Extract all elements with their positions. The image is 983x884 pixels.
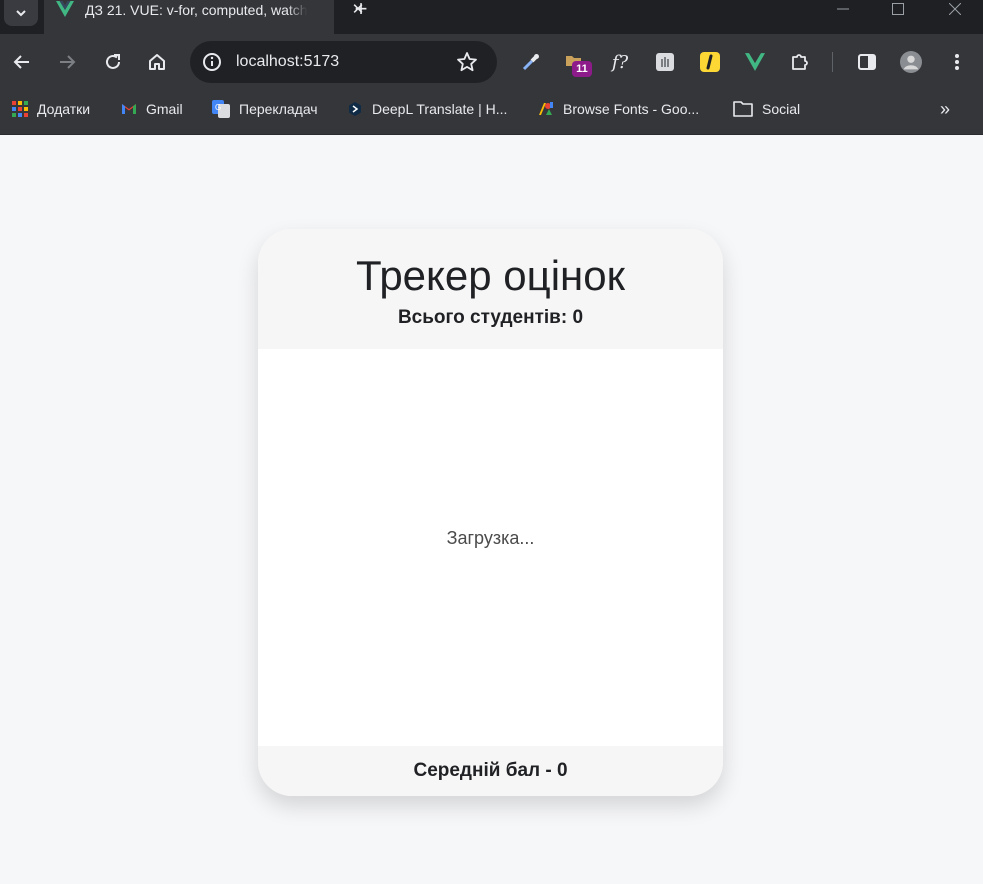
arrow-left-icon: [13, 55, 29, 69]
reload-icon: [106, 54, 120, 69]
yellow-extension-icon[interactable]: [699, 51, 721, 73]
side-panel-icon: [858, 54, 876, 70]
gmail-icon: [122, 104, 136, 114]
chevron-down-icon: [16, 10, 26, 17]
bookmark-label: Gmail: [146, 101, 183, 117]
address-bar[interactable]: localhost:5173: [190, 41, 497, 83]
tab-search-button[interactable]: [4, 0, 38, 26]
grade-tracker-card: Трекер оцінок Всього студентів: 0 Загруз…: [258, 229, 723, 796]
apps-grid-icon: [12, 101, 28, 117]
avatar: [900, 51, 922, 73]
bookmark-folder-social[interactable]: Social: [733, 99, 800, 119]
lingvo-icon: [700, 52, 720, 72]
card-header: Трекер оцінок Всього студентів: 0: [258, 229, 723, 349]
bookmark-label: Перекладач: [239, 101, 318, 117]
extension-badge: 11: [572, 61, 592, 77]
eyedropper-extension-icon[interactable]: [520, 51, 542, 73]
minimize-icon: [837, 8, 849, 10]
vue-logo-icon: [745, 53, 765, 71]
vue-devtools-extension-icon[interactable]: [744, 51, 766, 73]
bookmark-translator[interactable]: G Перекладач: [212, 99, 318, 119]
font-finder-extension-icon[interactable]: f?: [609, 51, 631, 73]
tab-strip: ДЗ 21. VUE: v-for, computed, watch ✕ +: [0, 0, 983, 34]
bookmark-label: Browse Fonts - Goo...: [563, 101, 700, 117]
folder-icon: [733, 101, 753, 117]
browser-toolbar: localhost:5173 11 f?: [0, 34, 983, 90]
new-tab-button[interactable]: +: [348, 0, 374, 20]
tab-active[interactable]: ДЗ 21. VUE: v-for, computed, watch ✕: [44, 0, 364, 34]
google-translate-icon: G: [212, 100, 230, 118]
hand-icon: [656, 53, 674, 71]
deepl-icon: [349, 102, 361, 116]
side-panel-button[interactable]: [856, 51, 878, 73]
puzzle-icon: [792, 54, 808, 70]
maximize-button[interactable]: [878, 0, 918, 18]
forward-button[interactable]: [53, 48, 81, 76]
tab-title: ДЗ 21. VUE: v-for, computed, watch: [85, 2, 307, 18]
bookmark-google-fonts[interactable]: Browse Fonts - Goo...: [538, 99, 699, 119]
url-text[interactable]: localhost:5173: [236, 52, 339, 72]
bookmark-deepl[interactable]: DeepL Translate | H...: [347, 99, 507, 119]
page-title: Трекер оцінок: [356, 252, 625, 299]
close-icon: [949, 3, 961, 15]
google-fonts-icon: [539, 102, 553, 115]
kebab-menu-icon: [955, 54, 959, 70]
browser-menu-button[interactable]: [946, 51, 968, 73]
student-list-area: Загрузка...: [258, 349, 723, 746]
home-button[interactable]: [143, 48, 171, 76]
eyedropper-icon: [522, 54, 539, 71]
window-close-button[interactable]: [935, 0, 975, 18]
bookmarks-bar: Додатки Gmail G Перекладач DeepL Transla…: [0, 90, 983, 135]
vue-logo-icon: [56, 1, 74, 17]
hand-extension-icon[interactable]: [654, 51, 676, 73]
home-icon: [149, 54, 165, 70]
loading-text: Загрузка...: [446, 528, 535, 548]
back-button[interactable]: [8, 48, 36, 76]
bookmark-apps[interactable]: Додатки: [12, 99, 90, 119]
site-info-icon[interactable]: [202, 52, 222, 72]
bookmark-label: DeepL Translate | H...: [372, 101, 508, 117]
maximize-icon: [892, 3, 904, 15]
student-count: Всього студентів: 0: [397, 307, 584, 328]
bookmarks-overflow-button[interactable]: »: [935, 99, 955, 119]
card-footer: Середній бал - 0: [258, 746, 723, 796]
bookmark-gmail[interactable]: Gmail: [121, 99, 183, 119]
toolbar-divider: [832, 52, 833, 72]
arrow-right-icon: [60, 55, 76, 69]
profile-avatar[interactable]: [900, 51, 922, 73]
svg-text:G: G: [215, 103, 221, 112]
minimize-button[interactable]: [823, 0, 863, 18]
folder-extension-icon[interactable]: 11: [564, 51, 592, 77]
extensions-menu-button[interactable]: [789, 51, 811, 73]
bookmark-label: Додатки: [37, 101, 91, 117]
bookmark-star-icon[interactable]: [456, 51, 478, 73]
bookmark-label: Social: [762, 101, 801, 117]
average-score: Середній бал - 0: [413, 760, 568, 781]
reload-button[interactable]: [99, 48, 127, 76]
